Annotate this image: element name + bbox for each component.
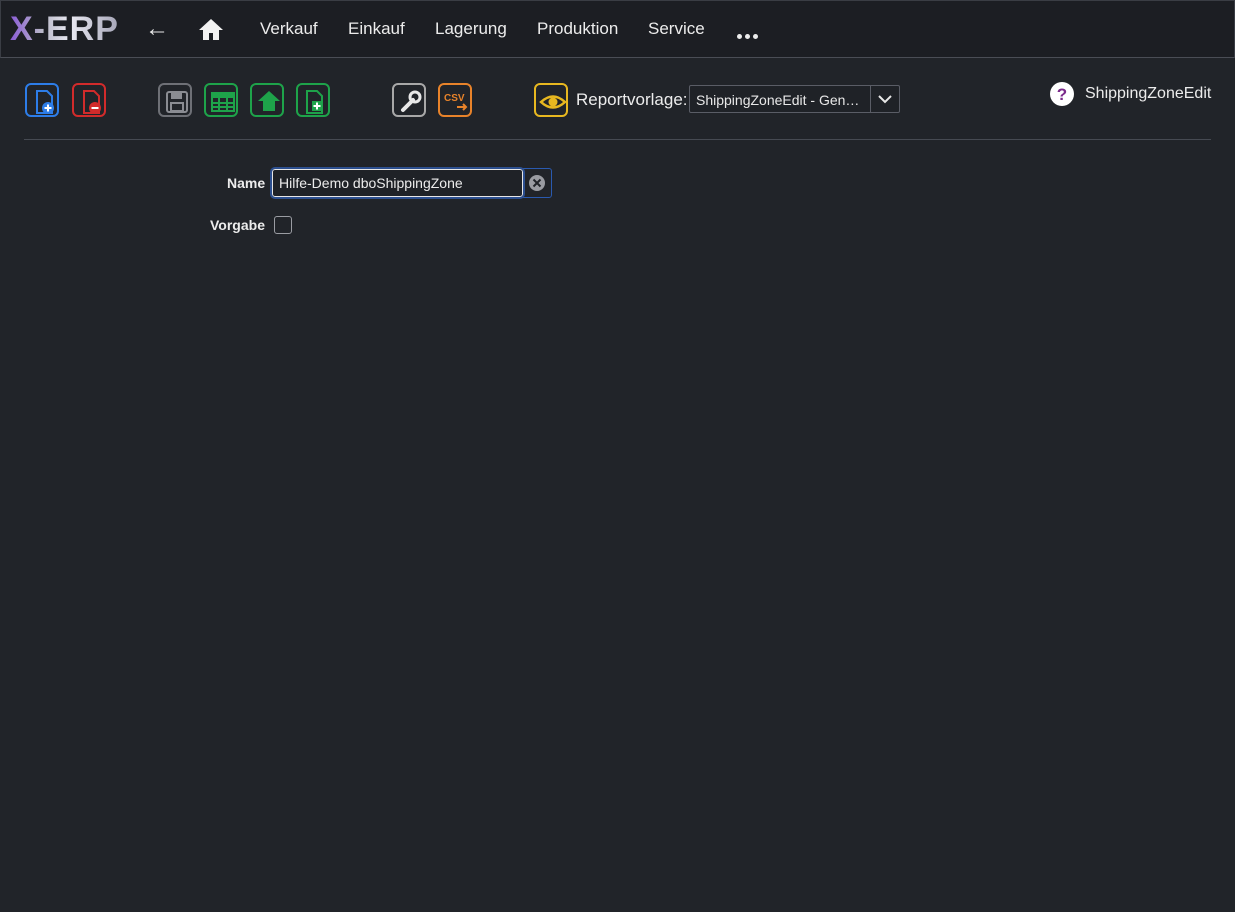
nav-service[interactable]: Service bbox=[648, 19, 705, 39]
top-navigation-bar: X-ERP ← Verkauf Einkauf Lagerung Produkt… bbox=[0, 0, 1235, 58]
help-form-name: ShippingZoneEdit bbox=[1085, 85, 1212, 102]
delete-document-icon bbox=[83, 90, 101, 114]
back-button[interactable]: ← bbox=[145, 15, 169, 43]
chevron-down-icon[interactable] bbox=[870, 86, 899, 112]
more-menu-icon[interactable] bbox=[737, 26, 761, 44]
preview-button[interactable] bbox=[534, 83, 568, 117]
settings-button[interactable] bbox=[392, 83, 426, 117]
save-icon bbox=[166, 91, 188, 113]
report-template-select[interactable]: ShippingZoneEdit - Gen… bbox=[689, 85, 900, 113]
house-up-icon bbox=[258, 91, 280, 111]
svg-text:?: ? bbox=[1057, 85, 1067, 104]
home-icon[interactable] bbox=[198, 17, 224, 46]
nav-produktion[interactable]: Produktion bbox=[537, 19, 618, 39]
help-icon[interactable]: ? bbox=[1049, 81, 1075, 112]
default-label: Vorgabe bbox=[210, 217, 265, 233]
app-logo[interactable]: X-ERP bbox=[10, 10, 119, 48]
new-document-button[interactable] bbox=[25, 83, 59, 117]
name-input[interactable] bbox=[270, 167, 525, 199]
save-button[interactable] bbox=[158, 83, 192, 117]
csv-export-icon: CSV bbox=[444, 93, 468, 111]
delete-document-button[interactable] bbox=[72, 83, 106, 117]
divider bbox=[24, 139, 1211, 140]
new-document-icon bbox=[36, 90, 54, 114]
add-document-icon bbox=[306, 90, 323, 114]
nav-einkauf[interactable]: Einkauf bbox=[348, 19, 405, 39]
nav-lagerung[interactable]: Lagerung bbox=[435, 19, 507, 39]
nav-verkauf[interactable]: Verkauf bbox=[260, 19, 318, 39]
table-icon bbox=[211, 92, 235, 112]
eye-icon bbox=[539, 95, 567, 109]
csv-export-button[interactable]: CSV bbox=[438, 83, 472, 117]
name-label: Name bbox=[227, 175, 266, 191]
svg-text:CSV: CSV bbox=[444, 93, 465, 104]
default-checkbox[interactable] bbox=[274, 216, 292, 234]
table-view-button[interactable] bbox=[204, 83, 238, 117]
wrench-icon bbox=[401, 90, 422, 112]
clear-icon[interactable] bbox=[528, 174, 546, 197]
upload-button[interactable] bbox=[250, 83, 284, 117]
add-document-button[interactable] bbox=[296, 83, 330, 117]
report-template-value: ShippingZoneEdit - Gen… bbox=[696, 92, 860, 108]
report-template-label: Reportvorlage: bbox=[576, 90, 688, 109]
